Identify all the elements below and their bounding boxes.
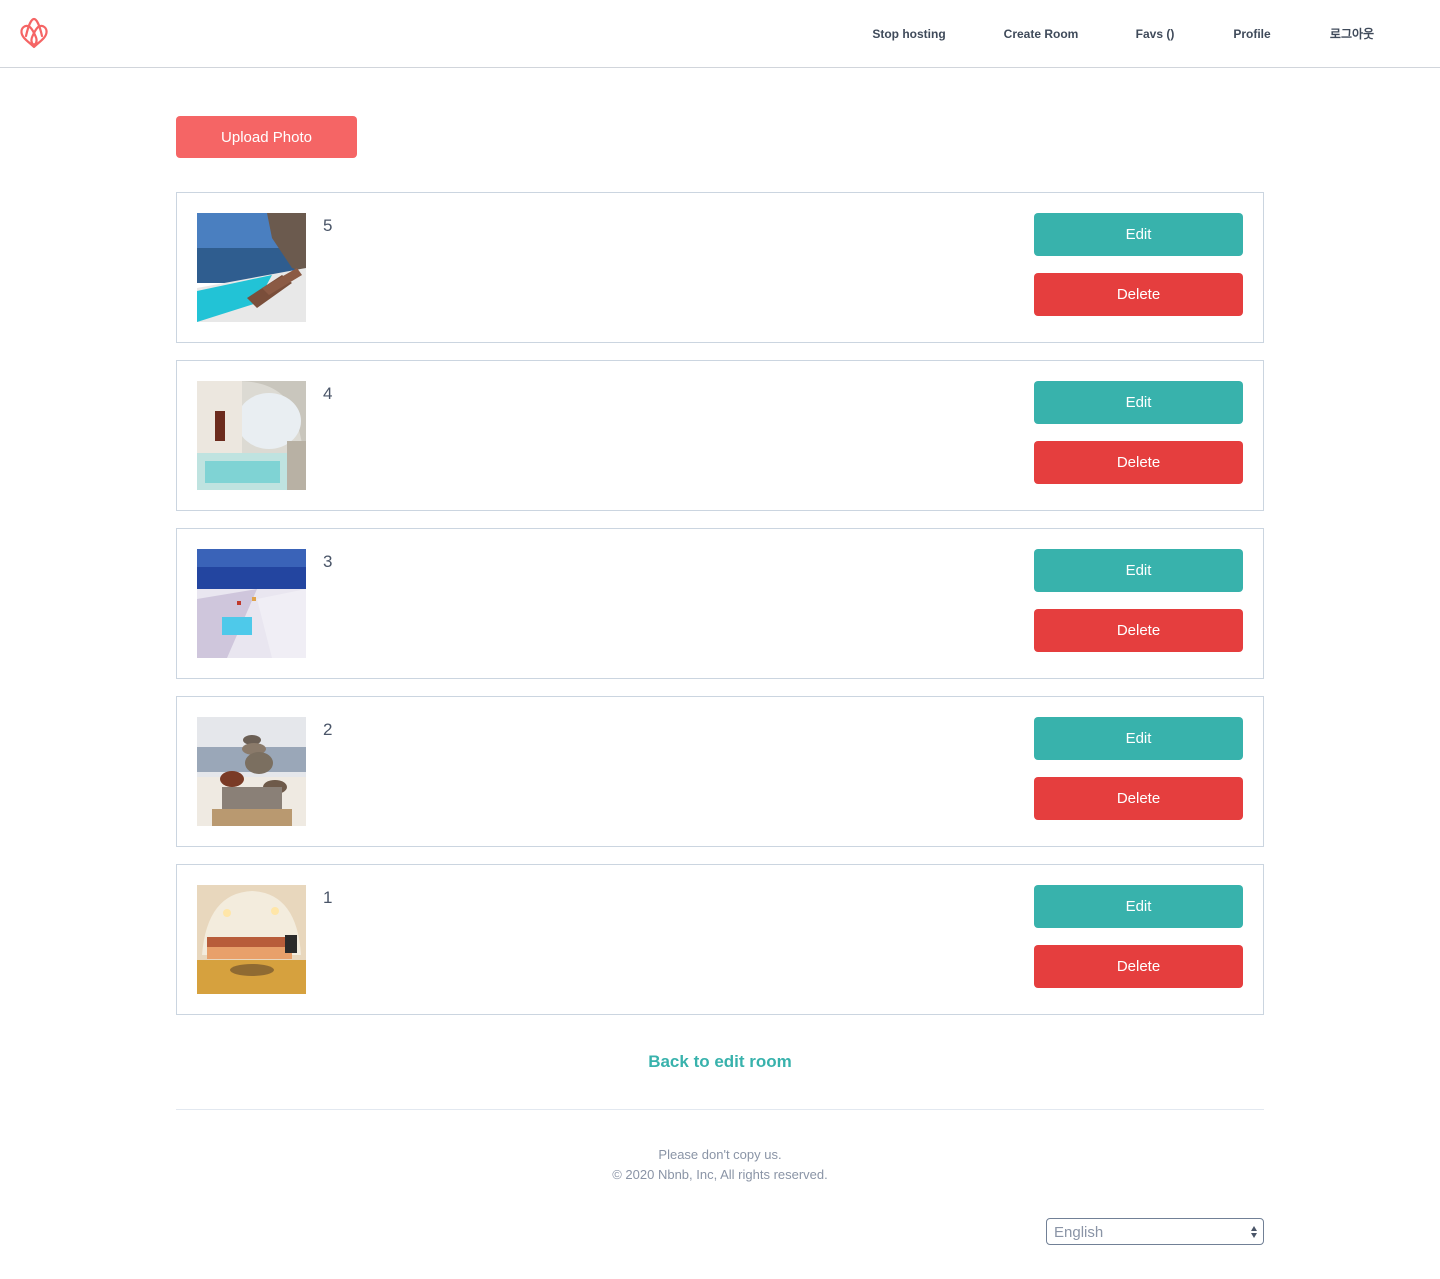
photo-list: 5 Edit Delete 4 Edit Delete 3 Edit Delet… (176, 192, 1264, 1032)
edit-button[interactable]: Edit (1034, 717, 1243, 760)
edit-button[interactable]: Edit (1034, 549, 1243, 592)
photo-caption: 4 (323, 384, 333, 403)
top-navbar: Stop hosting Create Room Favs () Profile… (0, 0, 1440, 68)
photo-thumbnail (197, 717, 306, 826)
delete-button[interactable]: Delete (1034, 273, 1243, 316)
main-nav: Stop hosting Create Room Favs () Profile… (844, 0, 1440, 67)
language-select-value: English (1054, 1224, 1104, 1241)
photo-caption: 2 (323, 720, 333, 739)
photo-caption: 5 (323, 216, 333, 235)
photo-row: 2 Edit Delete (176, 696, 1264, 847)
photo-row: 1 Edit Delete (176, 864, 1264, 1015)
language-select[interactable]: English (1046, 1218, 1264, 1245)
nav-create-room[interactable]: Create Room (974, 27, 1108, 41)
nav-favs[interactable]: Favs () (1108, 27, 1202, 41)
nav-logout[interactable]: 로그아웃 (1302, 25, 1402, 42)
photo-caption: 3 (323, 552, 333, 571)
upload-photo-button[interactable]: Upload Photo (176, 116, 357, 158)
photo-row: 5 Edit Delete (176, 192, 1264, 343)
footer-divider (176, 1109, 1264, 1110)
back-to-edit-room-link[interactable]: Back to edit room (0, 1052, 1440, 1072)
photo-caption: 1 (323, 888, 333, 907)
select-arrows-icon (1251, 1226, 1257, 1238)
delete-button[interactable]: Delete (1034, 945, 1243, 988)
photo-row: 3 Edit Delete (176, 528, 1264, 679)
photo-thumbnail (197, 213, 306, 322)
footer-notice: Please don't copy us. (658, 1147, 782, 1162)
footer-copyright: © 2020 Nbnb, Inc, All rights reserved. (612, 1167, 828, 1182)
photo-row: 4 Edit Delete (176, 360, 1264, 511)
delete-button[interactable]: Delete (1034, 609, 1243, 652)
delete-button[interactable]: Delete (1034, 777, 1243, 820)
delete-button[interactable]: Delete (1034, 441, 1243, 484)
photo-thumbnail (197, 549, 306, 658)
photo-thumbnail (197, 381, 306, 490)
nav-stop-hosting[interactable]: Stop hosting (844, 27, 974, 41)
edit-button[interactable]: Edit (1034, 213, 1243, 256)
airbnb-logo-icon[interactable] (18, 16, 50, 50)
nav-profile[interactable]: Profile (1202, 27, 1302, 41)
edit-button[interactable]: Edit (1034, 381, 1243, 424)
photo-thumbnail (197, 885, 306, 994)
edit-button[interactable]: Edit (1034, 885, 1243, 928)
